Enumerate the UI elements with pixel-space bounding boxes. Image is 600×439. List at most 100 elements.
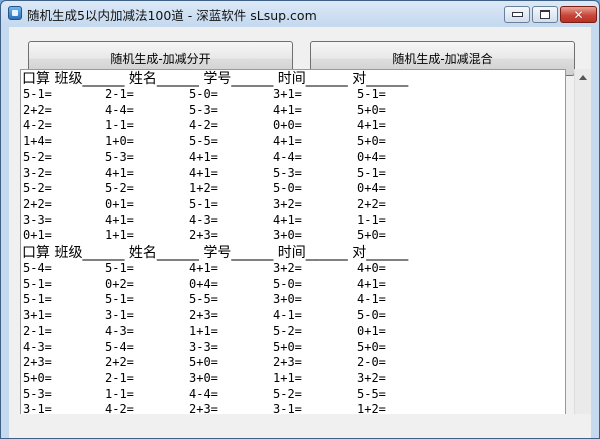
math-problem: 1+2=: [357, 402, 386, 414]
math-problem: 2+2=: [105, 355, 134, 370]
math-problem: 5+0=: [23, 370, 52, 385]
worksheet-textarea[interactable]: 口算 班级______ 姓名______ 学号______ 时间______ 对…: [20, 69, 566, 414]
math-problem: 0+0=: [273, 118, 302, 133]
math-problem: 3+0=: [273, 228, 302, 243]
math-problem: 1-1=: [105, 386, 134, 401]
math-problem: 5-2=: [273, 323, 302, 338]
math-problem: 4+1=: [189, 261, 218, 275]
math-problem: 5-4=: [105, 339, 134, 354]
math-problem: 4+1=: [273, 212, 302, 227]
math-problem: 5-0=: [189, 87, 218, 101]
math-problem: 5-5=: [189, 134, 218, 149]
math-problem: 5-3=: [189, 102, 218, 117]
math-problem: 5-0=: [273, 276, 302, 291]
math-problem: 5-3=: [105, 149, 134, 164]
math-problem: 4-4=: [273, 149, 302, 164]
math-problem: 5-2=: [23, 181, 52, 196]
window-title: 随机生成5以内加减法100道 - 深蓝软件 sLsup.com: [27, 8, 317, 23]
math-problem: 4-1=: [357, 292, 386, 307]
math-problem: 5-1=: [105, 261, 134, 275]
math-problem: 1-1=: [357, 212, 386, 227]
math-problem: 3-3=: [23, 212, 52, 227]
math-problem: 1+1=: [105, 228, 134, 243]
math-problem: 2+2=: [23, 196, 52, 211]
math-problem: 5+0=: [273, 339, 302, 354]
math-problem: 4-2=: [23, 118, 52, 133]
maximize-icon: [540, 10, 550, 19]
math-problem: 3-1=: [23, 402, 52, 414]
math-problem: 4-4=: [189, 386, 218, 401]
math-problem: 3+0=: [189, 370, 218, 385]
math-problem: 3-2=: [23, 165, 52, 180]
math-problem: 5-1=: [23, 276, 52, 291]
worksheet-header: 口算 班级______ 姓名______ 学号______ 时间______ 对…: [22, 245, 409, 261]
math-problem: 5-1=: [357, 165, 386, 180]
math-problem: 1-1=: [105, 118, 134, 133]
math-problem: 3-1=: [105, 308, 134, 323]
math-problem: 0+1=: [105, 196, 134, 211]
math-problem: 5+0=: [357, 134, 386, 149]
math-problem: 0+1=: [23, 228, 52, 243]
math-problem: 1+2=: [189, 181, 218, 196]
math-problem: 1+4=: [23, 134, 52, 149]
math-problem: 4-4=: [105, 102, 134, 117]
math-problem: 5-5=: [189, 292, 218, 307]
math-problem: 2+3=: [23, 355, 52, 370]
math-problem: 0+1=: [357, 323, 386, 338]
math-problem: 2+2=: [357, 196, 386, 211]
math-problem: 3+1=: [273, 87, 302, 101]
math-problem: 4+1=: [105, 165, 134, 180]
math-problem: 3-3=: [189, 339, 218, 354]
math-problem: 5-1=: [105, 292, 134, 307]
math-problem: 5-1=: [23, 292, 52, 307]
math-problem: 2+3=: [273, 355, 302, 370]
math-problem: 3+1=: [23, 308, 52, 323]
math-problem: 0+4=: [189, 276, 218, 291]
minimize-icon: [511, 12, 523, 17]
app-icon: [8, 6, 22, 20]
math-problem: 4-1=: [273, 308, 302, 323]
math-problem: 3+2=: [357, 370, 386, 385]
math-problem: 5+0=: [357, 228, 386, 243]
math-problem: 4+1=: [105, 212, 134, 227]
math-problem: 5-2=: [273, 386, 302, 401]
math-problem: 5-5=: [357, 386, 386, 401]
math-problem: 4+1=: [273, 102, 302, 117]
math-problem: 5-1=: [357, 87, 386, 101]
math-problem: 3+0=: [273, 292, 302, 307]
close-button[interactable]: ✕: [560, 6, 597, 23]
math-problem: 4+1=: [357, 118, 386, 133]
math-problem: 4-2=: [105, 402, 134, 414]
math-problem: 5-3=: [273, 165, 302, 180]
math-problem: 2+2=: [23, 102, 52, 117]
math-problem: 0+4=: [357, 181, 386, 196]
title-bar[interactable]: 随机生成5以内加减法100道 - 深蓝软件 sLsup.com ✕: [1, 1, 599, 27]
math-problem: 1+1=: [189, 323, 218, 338]
math-problem: 2+3=: [189, 228, 218, 243]
scroll-up-arrow-icon[interactable]: [575, 69, 591, 86]
math-problem: 5+0=: [189, 355, 218, 370]
math-problem: 2-1=: [105, 87, 134, 101]
math-problem: 4+0=: [357, 261, 386, 275]
math-problem: 3+2=: [273, 196, 302, 211]
math-problem: 4-3=: [105, 323, 134, 338]
math-problem: 5-3=: [23, 386, 52, 401]
math-problem: 4+1=: [273, 134, 302, 149]
math-problem: 0+4=: [357, 149, 386, 164]
math-problem: 5-1=: [23, 87, 52, 101]
math-problem: 3-1=: [273, 402, 302, 414]
math-problem: 4+1=: [357, 276, 386, 291]
minimize-button[interactable]: [504, 6, 530, 23]
math-problem: 4-3=: [23, 339, 52, 354]
math-problem: 5+0=: [357, 102, 386, 117]
math-problem: 1+0=: [105, 134, 134, 149]
math-problem: 2-0=: [357, 355, 386, 370]
math-problem: 3+2=: [273, 261, 302, 275]
close-icon: ✕: [573, 7, 584, 22]
maximize-button[interactable]: [532, 6, 558, 23]
math-problem: 5-2=: [23, 149, 52, 164]
math-problem: 5-4=: [23, 261, 52, 275]
vertical-scrollbar[interactable]: [574, 69, 591, 414]
math-problem: 5+0=: [357, 339, 386, 354]
math-problem: 2-1=: [105, 370, 134, 385]
